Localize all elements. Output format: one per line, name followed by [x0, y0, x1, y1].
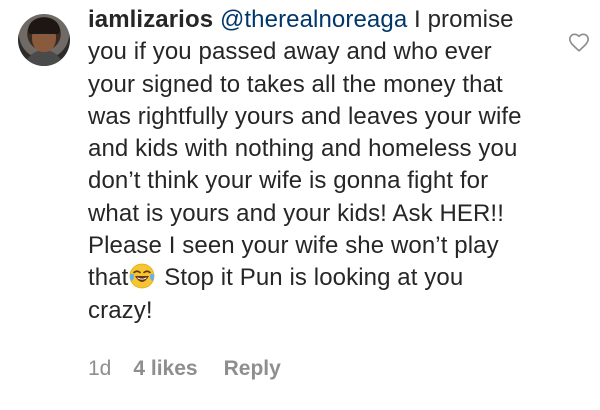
mention-link[interactable]: @therealnoreaga — [220, 6, 407, 33]
comment-body-part1: I promise you if you passed away and who… — [88, 6, 522, 292]
avatar-glasses — [33, 32, 55, 40]
heart-outline-icon[interactable] — [568, 32, 590, 54]
likes-count-link[interactable]: 4 likes — [133, 357, 197, 381]
avatar-shirt — [24, 50, 64, 66]
avatar[interactable] — [18, 14, 70, 66]
comment: iamlizarios @therealnoreaga I promise yo… — [0, 0, 600, 410]
face-with-tears-of-joy-icon — [130, 263, 155, 289]
timestamp: 1d — [88, 357, 112, 380]
reply-button[interactable]: Reply — [224, 357, 281, 381]
comment-text: iamlizarios @therealnoreaga I promise yo… — [88, 4, 528, 327]
comment-meta: 1d 4 likes Reply — [88, 357, 281, 381]
username-link[interactable]: iamlizarios — [88, 6, 213, 33]
